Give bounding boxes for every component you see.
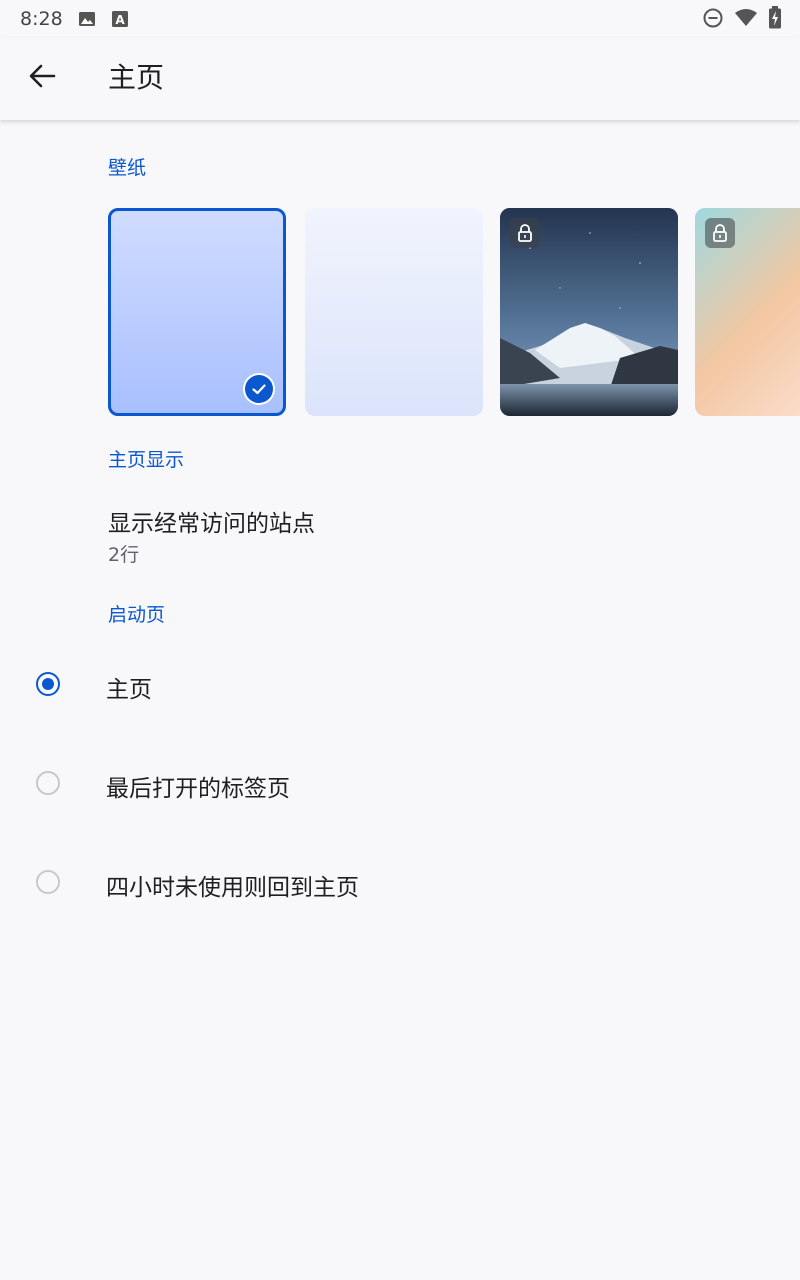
setting-summary: 2行 — [108, 544, 140, 566]
radio-button-checked[interactable] — [36, 672, 60, 696]
status-bar: 8:28 A — [0, 0, 800, 38]
startup-option-last-tab[interactable]: 最后打开的标签页 — [0, 735, 800, 831]
radio-button[interactable] — [36, 771, 60, 795]
back-button[interactable] — [22, 58, 62, 98]
wallpaper-option-mountain[interactable] — [500, 208, 678, 416]
image-icon — [77, 9, 97, 29]
do-not-disturb-icon — [702, 7, 724, 29]
lock-icon — [510, 218, 540, 248]
status-time: 8:28 — [20, 8, 63, 30]
setting-title: 显示经常访问的站点 — [108, 511, 315, 537]
page-title: 主页 — [108, 61, 165, 94]
radio-label: 最后打开的标签页 — [106, 776, 290, 802]
wallpaper-option-flower[interactable] — [695, 208, 800, 416]
arrow-back-icon — [26, 60, 58, 96]
battery-charging-icon — [768, 6, 782, 30]
text-a-icon: A — [111, 10, 129, 28]
wallpaper-option-default-blue[interactable] — [108, 208, 286, 416]
wallpaper-option-light[interactable] — [305, 208, 483, 416]
svg-text:A: A — [115, 13, 125, 27]
radio-label: 四小时未使用则回到主页 — [106, 875, 359, 901]
frequent-sites-setting[interactable]: 显示经常访问的站点 2行 — [0, 490, 800, 576]
wallpaper-section-header: 壁纸 — [108, 157, 147, 179]
startup-option-homepage[interactable]: 主页 — [0, 636, 800, 732]
startup-option-return-after-4h[interactable]: 四小时未使用则回到主页 — [0, 834, 800, 930]
radio-label: 主页 — [106, 677, 152, 703]
check-icon — [245, 375, 273, 403]
homepage-display-section-header: 主页显示 — [108, 449, 185, 471]
wallpaper-carousel[interactable] — [108, 208, 800, 416]
startup-section-header: 启动页 — [108, 604, 166, 626]
lock-icon — [705, 218, 735, 248]
wifi-icon — [734, 7, 758, 29]
radio-button[interactable] — [36, 870, 60, 894]
app-bar: 主页 — [0, 38, 800, 120]
